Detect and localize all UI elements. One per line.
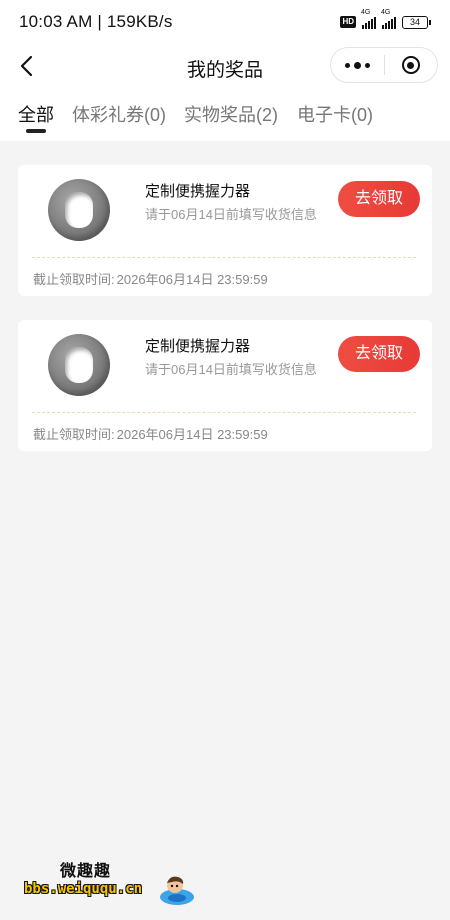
- watermark-url: bbs.weiququ.cn: [24, 881, 143, 897]
- active-tab-indicator: [26, 129, 46, 133]
- status-time-speed: 10:03 AM | 159KB/s: [19, 12, 173, 31]
- signal-icon: 4G: [381, 9, 396, 29]
- prize-name: 定制便携握力器: [145, 338, 251, 355]
- status-icons: HD 4G 4G 34: [340, 9, 431, 29]
- claim-button[interactable]: 去领取: [338, 336, 420, 372]
- prize-card: 定制便携握力器 请于06月14日前填写收货信息 去领取 截止领取时间: 2026年…: [18, 165, 432, 296]
- tab-all[interactable]: 全部: [18, 101, 54, 127]
- battery-icon: 34: [402, 15, 431, 29]
- signal-tag: 4G: [381, 9, 391, 16]
- watermark-title: 微趣趣: [60, 863, 112, 880]
- deadline-label: 截止领取时间:: [33, 272, 115, 287]
- deadline-value: 2026年06月14日 23:59:59: [116, 272, 268, 287]
- mascot-icon: [160, 876, 194, 905]
- deadline: 截止领取时间: 2026年06月14日 23:59:59: [33, 269, 268, 288]
- claim-button[interactable]: 去领取: [338, 181, 420, 217]
- close-miniprogram-button[interactable]: [385, 48, 438, 82]
- prize-name: 定制便携握力器: [145, 183, 251, 200]
- tab-lottery-coupons[interactable]: 体彩礼券(0): [72, 101, 166, 127]
- dashed-divider: [32, 257, 416, 258]
- prize-card: 定制便携握力器 请于06月14日前填写收货信息 去领取 截止领取时间: 2026年…: [18, 320, 432, 451]
- hd-icon: HD: [340, 16, 356, 28]
- prize-hint: 请于06月14日前填写收货信息: [145, 362, 317, 377]
- tab-physical-prizes[interactable]: 实物奖品(2): [184, 101, 278, 127]
- signal-tag: 4G: [361, 9, 371, 16]
- prize-tabs: 全部 体彩礼券(0) 实物奖品(2) 电子卡(0): [0, 96, 450, 140]
- grip-ring-image: [48, 179, 110, 241]
- status-bar: 10:03 AM | 159KB/s HD 4G 4G 34: [0, 0, 450, 44]
- target-circle-icon: [401, 56, 420, 74]
- miniprogram-capsule: [330, 47, 438, 83]
- deadline: 截止领取时间: 2026年06月14日 23:59:59: [33, 424, 268, 443]
- watermark: 微趣趣 bbs.weiququ.cn: [8, 845, 204, 913]
- tab-e-cards[interactable]: 电子卡(0): [297, 101, 373, 127]
- deadline-value: 2026年06月14日 23:59:59: [116, 427, 268, 442]
- navigation-bar: 我的奖品: [0, 44, 450, 88]
- deadline-label: 截止领取时间:: [33, 427, 115, 442]
- more-dots-icon: [344, 61, 370, 69]
- grip-ring-image: [48, 334, 110, 396]
- prize-hint: 请于06月14日前填写收货信息: [145, 207, 317, 222]
- more-button[interactable]: [331, 48, 384, 82]
- dashed-divider: [32, 412, 416, 413]
- signal-icon: 4G: [361, 9, 376, 29]
